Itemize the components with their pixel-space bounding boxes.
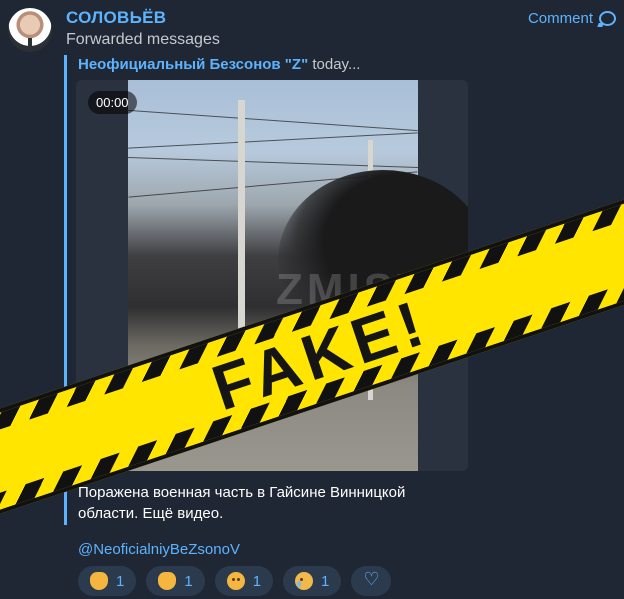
heart-plus-icon [363,569,379,590]
forward-source-name[interactable]: Неофициальный Безсонов "Z" [78,56,308,73]
reaction-thumbs-up[interactable]: 1 [78,566,137,596]
crying-face-icon [295,572,314,590]
comment-button[interactable]: Comment [528,10,616,27]
forward-source-time: today... [312,56,361,73]
reaction-count: 1 [184,572,193,590]
comment-bubble-icon [599,11,616,26]
reactions-bar: 1 1 1 1 [78,566,392,596]
avatar-detail [28,38,32,52]
forward-source[interactable]: Неофициальный Безсонов "Z" today... [78,56,360,73]
add-reaction-button[interactable] [351,566,392,596]
thumbs-up-icon [90,572,108,590]
forwarded-label: Forwarded messages [66,31,220,48]
reaction-count: 1 [321,572,330,590]
message-text: Поражена военная часть в Гайсине Винницк… [78,484,406,522]
channel-avatar[interactable] [8,8,52,52]
video-duration-badge: 00:00 [88,91,137,114]
comment-label: Comment [527,10,593,27]
channel-name[interactable]: СОЛОВЬЁВ [66,8,166,28]
channel-mention-link[interactable]: @NeoficialniyBeZsonoV [78,541,240,558]
reaction-crying[interactable]: 1 [283,566,342,596]
reaction-count: 1 [116,572,125,590]
reaction-thinking[interactable]: 1 [214,566,274,596]
clapping-hands-icon [158,572,177,590]
reaction-clapping[interactable]: 1 [146,566,205,596]
reaction-count: 1 [252,572,262,590]
thinking-face-icon [226,572,245,590]
